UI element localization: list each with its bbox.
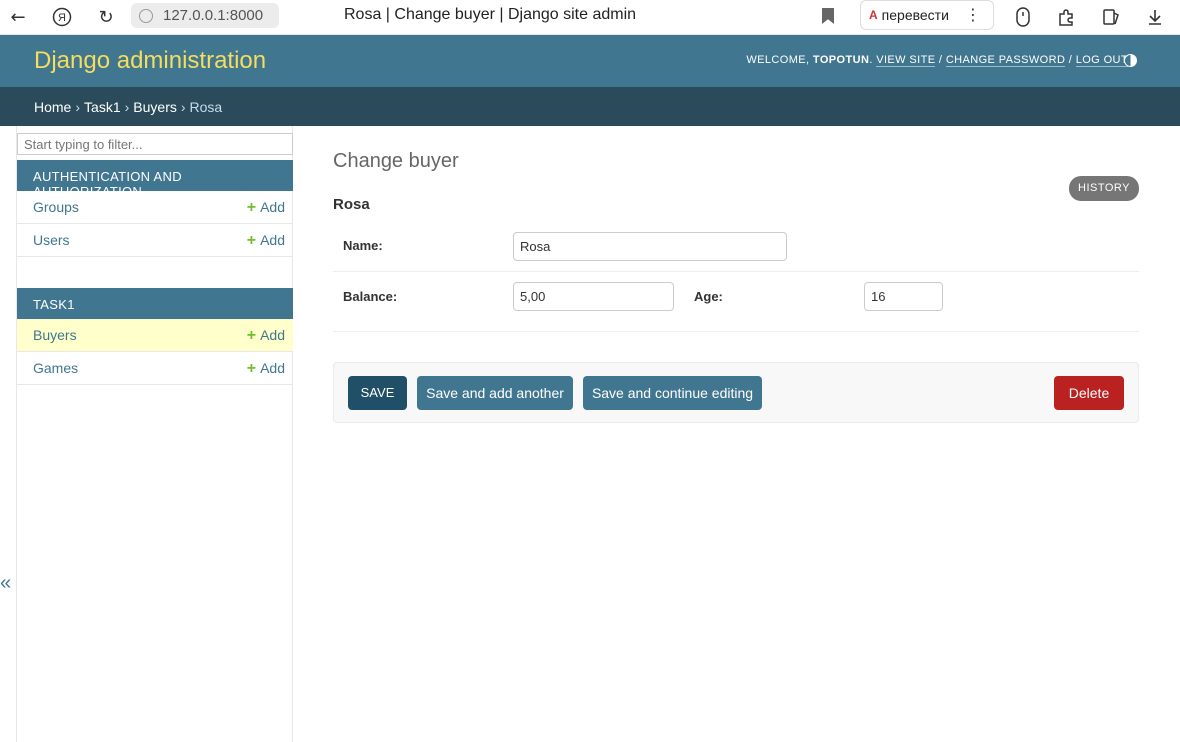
user-tools: WELCOME, TOPOTUN. VIEW SITE / CHANGE PAS… — [746, 54, 1128, 67]
page-title: Change buyer — [333, 150, 459, 172]
nav-filter-input[interactable] — [17, 133, 293, 155]
tab-title: Rosa | Change buyer | Django site admin — [344, 6, 637, 23]
add-groups-link[interactable]: + Add — [247, 199, 285, 217]
log-out-link[interactable]: LOG OUT — [1075, 54, 1128, 67]
age-label: Age: — [694, 289, 723, 304]
plus-icon: + — [246, 232, 257, 249]
plus-icon: + — [246, 360, 257, 377]
extensions-puzzle-icon[interactable] — [1053, 4, 1081, 30]
download-icon[interactable] — [1141, 4, 1169, 30]
sidebar-item-groups-link[interactable]: Groups — [33, 199, 79, 215]
name-input[interactable]: Rosa — [513, 232, 787, 261]
username: TOPOTUN — [812, 54, 870, 66]
plus-icon: + — [246, 199, 257, 216]
nav-sidebar: AUTHENTICATION AND AUTHORIZATION Groups … — [16, 126, 293, 742]
add-label: Add — [260, 327, 285, 343]
name-label: Name: — [343, 238, 383, 253]
sidebar-item-buyers-link[interactable]: Buyers — [33, 327, 77, 343]
content: Change buyer HISTORY Rosa Name: Rosa Bal… — [293, 126, 1180, 742]
sidebar-item-users: Users + Add — [17, 224, 293, 257]
url-text: 127.0.0.1:8000 — [163, 7, 264, 24]
app-header-auth[interactable]: AUTHENTICATION AND AUTHORIZATION — [17, 160, 293, 199]
save-button[interactable]: SAVE — [348, 376, 407, 410]
bookmark-icon[interactable] — [822, 8, 834, 24]
save-and-add-another-button[interactable]: Save and add another — [417, 376, 573, 410]
sidebar-item-buyers: Buyers + Add — [17, 319, 293, 352]
add-buyers-link[interactable]: + Add — [247, 327, 285, 345]
browser-toolbar: ← Я ↻ 127.0.0.1:8000 Rosa | Change buyer… — [0, 0, 1180, 35]
reload-icon[interactable]: ↻ — [92, 4, 120, 30]
breadcrumb: Home › Task1 › Buyers › Rosa — [0, 87, 1180, 126]
breadcrumb-current: Rosa — [189, 99, 223, 115]
toggle-sidebar-icon[interactable]: « — [0, 572, 11, 595]
save-and-continue-button[interactable]: Save and continue editing — [583, 376, 762, 410]
sidebar-item-games-link[interactable]: Games — [33, 360, 78, 376]
add-users-link[interactable]: + Add — [247, 232, 285, 250]
more-icon[interactable]: ⋮ — [965, 5, 981, 24]
add-games-link[interactable]: + Add — [247, 360, 285, 378]
balance-input[interactable]: 5,00 — [513, 282, 674, 311]
sidebar-item-groups: Groups + Add — [17, 191, 293, 224]
translate-icon: A — [869, 8, 878, 22]
object-title: Rosa — [333, 196, 370, 213]
form-row-name: Name: Rosa — [333, 222, 1139, 272]
age-input[interactable]: 16 — [864, 282, 943, 311]
view-site-link[interactable]: VIEW SITE — [876, 54, 936, 67]
history-button[interactable]: HISTORY — [1069, 176, 1139, 201]
translate-button[interactable]: A перевести ⋮ — [860, 0, 994, 30]
add-label: Add — [260, 199, 285, 215]
form-row-balance-age: Balance: 5,00 Age: 16 — [333, 272, 1139, 332]
submit-row: SAVE Save and add another Save and conti… — [333, 362, 1139, 423]
theme-toggle-icon[interactable] — [1124, 54, 1137, 67]
mouse-extension-icon[interactable] — [1009, 4, 1037, 30]
change-password-link[interactable]: CHANGE PASSWORD — [945, 54, 1066, 67]
balance-label: Balance: — [343, 289, 398, 304]
back-arrow-icon[interactable]: ← — [4, 4, 32, 30]
breadcrumb-model[interactable]: Buyers — [133, 99, 177, 115]
translate-label: перевести — [881, 7, 949, 23]
site-brand[interactable]: Django administration — [34, 47, 266, 75]
welcome-text: WELCOME, — [746, 54, 810, 66]
plus-icon: + — [246, 327, 257, 344]
delete-button[interactable]: Delete — [1054, 376, 1124, 410]
app-header-task1[interactable]: TASK1 — [17, 288, 293, 319]
sidebar-item-users-link[interactable]: Users — [33, 232, 70, 248]
svg-text:Я: Я — [58, 12, 66, 24]
breadcrumb-app[interactable]: Task1 — [84, 99, 121, 115]
sidebar-item-games: Games + Add — [17, 352, 293, 385]
site-info-icon[interactable] — [139, 8, 153, 23]
add-label: Add — [260, 232, 285, 248]
yandex-icon[interactable]: Я — [48, 4, 76, 30]
address-bar[interactable]: 127.0.0.1:8000 — [131, 3, 279, 28]
breadcrumb-home[interactable]: Home — [34, 99, 71, 115]
add-label: Add — [260, 360, 285, 376]
collections-icon[interactable] — [1097, 4, 1125, 30]
site-header: Django administration WELCOME, TOPOTUN. … — [0, 35, 1180, 87]
